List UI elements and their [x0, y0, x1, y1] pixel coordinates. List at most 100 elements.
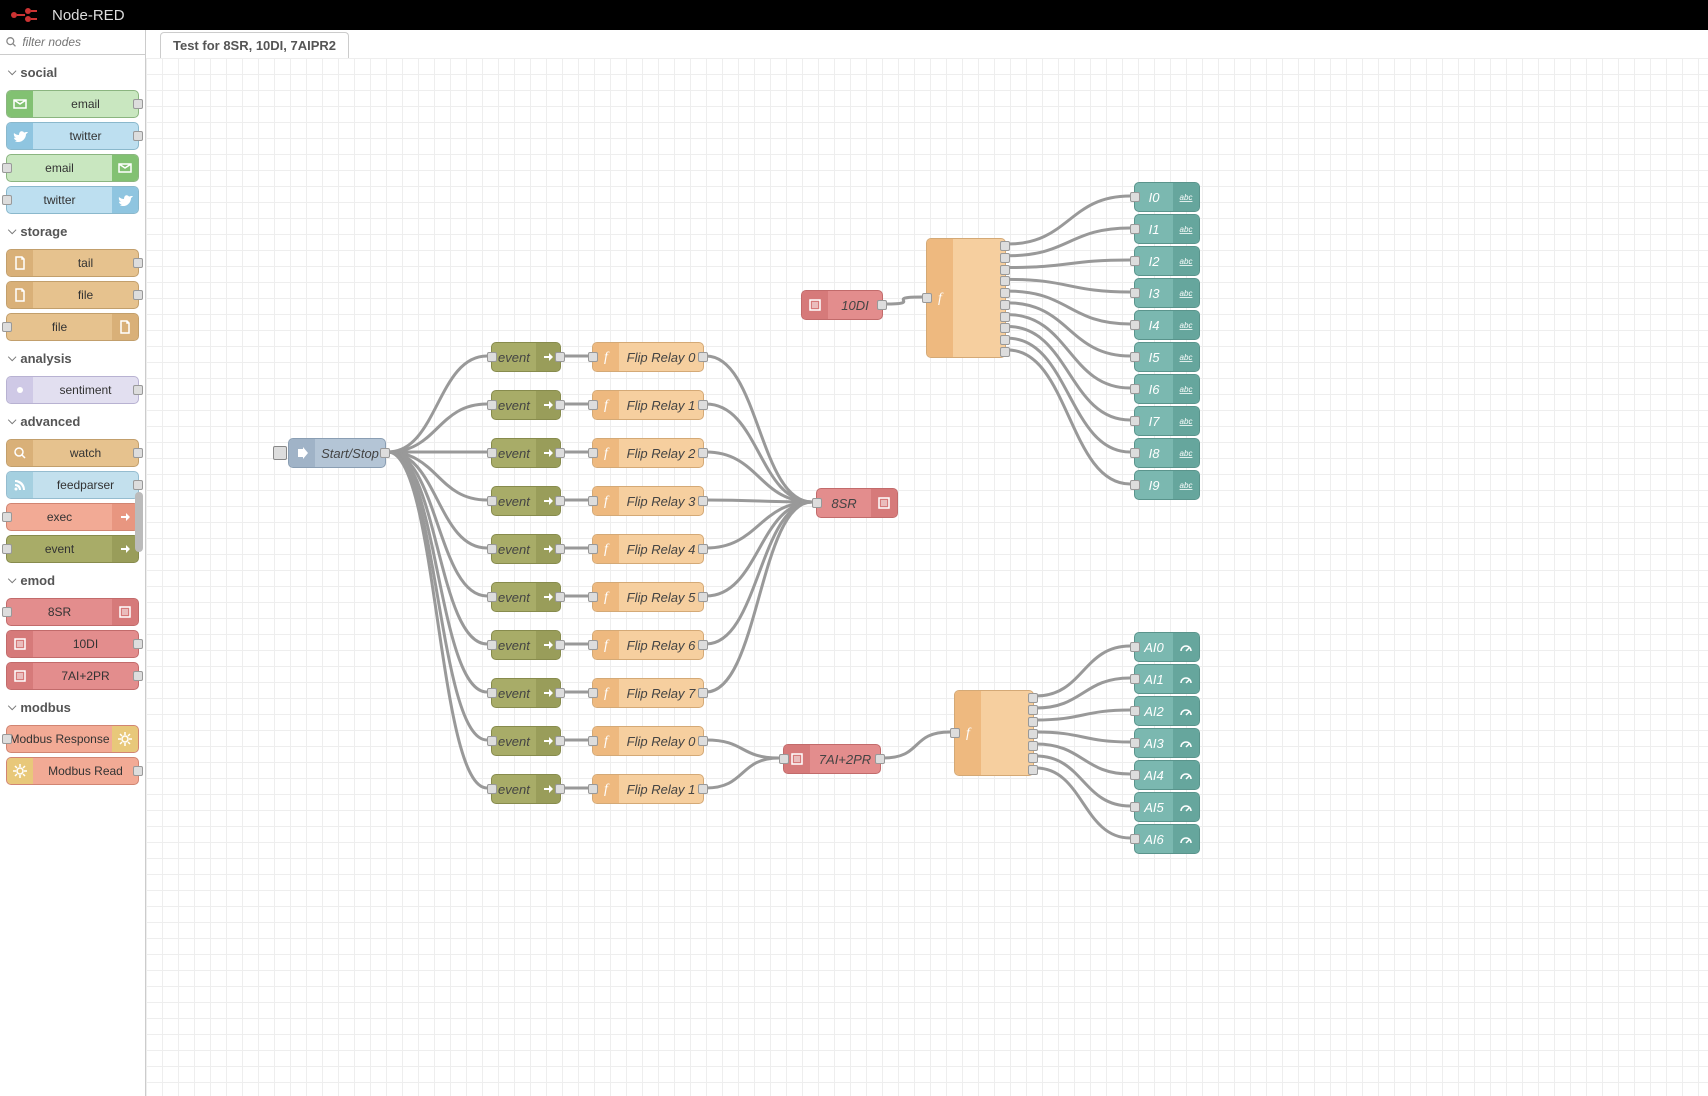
flip-node-8[interactable]: fFlip Relay 0	[592, 726, 704, 756]
svg-text:f: f	[604, 494, 610, 509]
flip-node-0[interactable]: fFlip Relay 0	[592, 342, 704, 372]
gauge-icon	[1173, 729, 1199, 757]
debug-digital-5[interactable]: I5abc	[1134, 342, 1200, 372]
palette-node-email[interactable]: email	[6, 90, 139, 118]
category-advanced[interactable]: advanced	[6, 408, 139, 435]
flip-node-1[interactable]: fFlip Relay 1	[592, 390, 704, 420]
palette-node-file[interactable]: file	[6, 313, 139, 341]
flip-node-2[interactable]: fFlip Relay 2	[592, 438, 704, 468]
filter-input[interactable]	[20, 34, 139, 50]
palette-node-twitter[interactable]: twitter	[6, 186, 139, 214]
palette-node-10DI[interactable]: 10DI	[6, 630, 139, 658]
debug-digital-6[interactable]: I6abc	[1134, 374, 1200, 404]
palette-node-file[interactable]: file	[6, 281, 139, 309]
debug-analog-4[interactable]: AI4	[1134, 760, 1200, 790]
debug-analog-2[interactable]: AI2	[1134, 696, 1200, 726]
inj-icon	[289, 439, 315, 467]
event-node-6[interactable]: event	[491, 630, 561, 660]
flip-node-6[interactable]: fFlip Relay 6	[592, 630, 704, 660]
debug-digital-2[interactable]: I2abc	[1134, 246, 1200, 276]
flip-node-9[interactable]: fFlip Relay 1	[592, 774, 704, 804]
event-node-3[interactable]: event	[491, 486, 561, 516]
7ai2pr-node[interactable]: 7AI+2PR	[783, 744, 881, 774]
palette-node-tail[interactable]: tail	[6, 249, 139, 277]
category-emod[interactable]: emod	[6, 567, 139, 594]
inject-button[interactable]	[273, 446, 287, 460]
node-label: AI6	[1135, 832, 1173, 847]
palette-node-event[interactable]: event	[6, 535, 139, 563]
debug-analog-5[interactable]: AI5	[1134, 792, 1200, 822]
event-node-7[interactable]: event	[491, 678, 561, 708]
function-split-7[interactable]: f	[954, 690, 1034, 776]
mod-icon	[112, 599, 138, 625]
node-label: I3	[1135, 286, 1173, 301]
node-label: AI2	[1135, 704, 1173, 719]
debug-analog-3[interactable]: AI3	[1134, 728, 1200, 758]
palette-node-watch[interactable]: watch	[6, 439, 139, 467]
tab-flow[interactable]: Test for 8SR, 10DI, 7AIPR2	[160, 32, 349, 58]
event-node-4[interactable]: event	[491, 534, 561, 564]
palette-node-twitter[interactable]: twitter	[6, 122, 139, 150]
svg-text:abc: abc	[1180, 257, 1193, 266]
event-node-2[interactable]: event	[491, 438, 561, 468]
mod-icon	[7, 663, 33, 689]
node-label: Flip Relay 3	[619, 494, 703, 509]
abc-icon: abc	[1173, 279, 1199, 307]
event-node-5[interactable]: event	[491, 582, 561, 612]
palette-node-sentiment[interactable]: sentiment	[6, 376, 139, 404]
node-label: event	[492, 398, 536, 413]
event-node-8[interactable]: event	[491, 726, 561, 756]
debug-analog-1[interactable]: AI1	[1134, 664, 1200, 694]
bird-icon	[7, 123, 33, 149]
svg-text:f: f	[604, 590, 610, 605]
gear-icon	[112, 726, 138, 752]
node-label: AI0	[1135, 640, 1173, 655]
palette-node-email[interactable]: email	[6, 154, 139, 182]
debug-digital-3[interactable]: I3abc	[1134, 278, 1200, 308]
flow-canvas[interactable]: Start/StopeventfFlip Relay 0eventfFlip R…	[146, 58, 1708, 1096]
debug-analog-6[interactable]: AI6	[1134, 824, 1200, 854]
file-icon	[7, 282, 33, 308]
debug-digital-7[interactable]: I7abc	[1134, 406, 1200, 436]
gauge-icon	[1173, 793, 1199, 821]
filter-bar	[0, 30, 145, 55]
node-label: AI4	[1135, 768, 1173, 783]
flip-node-4[interactable]: fFlip Relay 4	[592, 534, 704, 564]
palette-node-7AI-2PR[interactable]: 7AI+2PR	[6, 662, 139, 690]
scrollbar-thumb[interactable]	[135, 492, 143, 552]
debug-digital-8[interactable]: I8abc	[1134, 438, 1200, 468]
abc-icon: abc	[1173, 247, 1199, 275]
debug-digital-9[interactable]: I9abc	[1134, 470, 1200, 500]
node-label: AI3	[1135, 736, 1173, 751]
inject-node[interactable]: Start/Stop	[288, 438, 386, 468]
event-node-1[interactable]: event	[491, 390, 561, 420]
gear-icon	[7, 758, 33, 784]
palette-content[interactable]: social email twitter email twitter storage tai…	[0, 55, 145, 1096]
palette-node-feedparser[interactable]: feedparser	[6, 471, 139, 499]
category-social[interactable]: social	[6, 59, 139, 86]
function-split-10[interactable]: f	[926, 238, 1006, 358]
debug-digital-4[interactable]: I4abc	[1134, 310, 1200, 340]
category-storage[interactable]: storage	[6, 218, 139, 245]
debug-digital-0[interactable]: I0abc	[1134, 182, 1200, 212]
palette-node-exec[interactable]: exec	[6, 503, 139, 531]
svg-text:f: f	[604, 350, 610, 365]
flip-node-5[interactable]: fFlip Relay 5	[592, 582, 704, 612]
debug-analog-0[interactable]: AI0	[1134, 632, 1200, 662]
debug-digital-1[interactable]: I1abc	[1134, 214, 1200, 244]
palette-node-8SR[interactable]: 8SR	[6, 598, 139, 626]
palette-node-Modbus-Response[interactable]: Modbus Response	[6, 725, 139, 753]
flip-node-7[interactable]: fFlip Relay 7	[592, 678, 704, 708]
category-modbus[interactable]: modbus	[6, 694, 139, 721]
10di-node[interactable]: 10DI	[801, 290, 883, 320]
svg-text:abc: abc	[1180, 321, 1193, 330]
palette-node-Modbus-Read[interactable]: Modbus Read	[6, 757, 139, 785]
search-icon	[6, 36, 16, 48]
event-node-0[interactable]: event	[491, 342, 561, 372]
8sr-node[interactable]: 8SR	[816, 488, 898, 518]
svg-text:abc: abc	[1180, 481, 1193, 490]
category-analysis[interactable]: analysis	[6, 345, 139, 372]
flip-node-3[interactable]: f Flip Relay 3	[592, 486, 704, 516]
mod-icon	[871, 489, 897, 517]
event-node-9[interactable]: event	[491, 774, 561, 804]
